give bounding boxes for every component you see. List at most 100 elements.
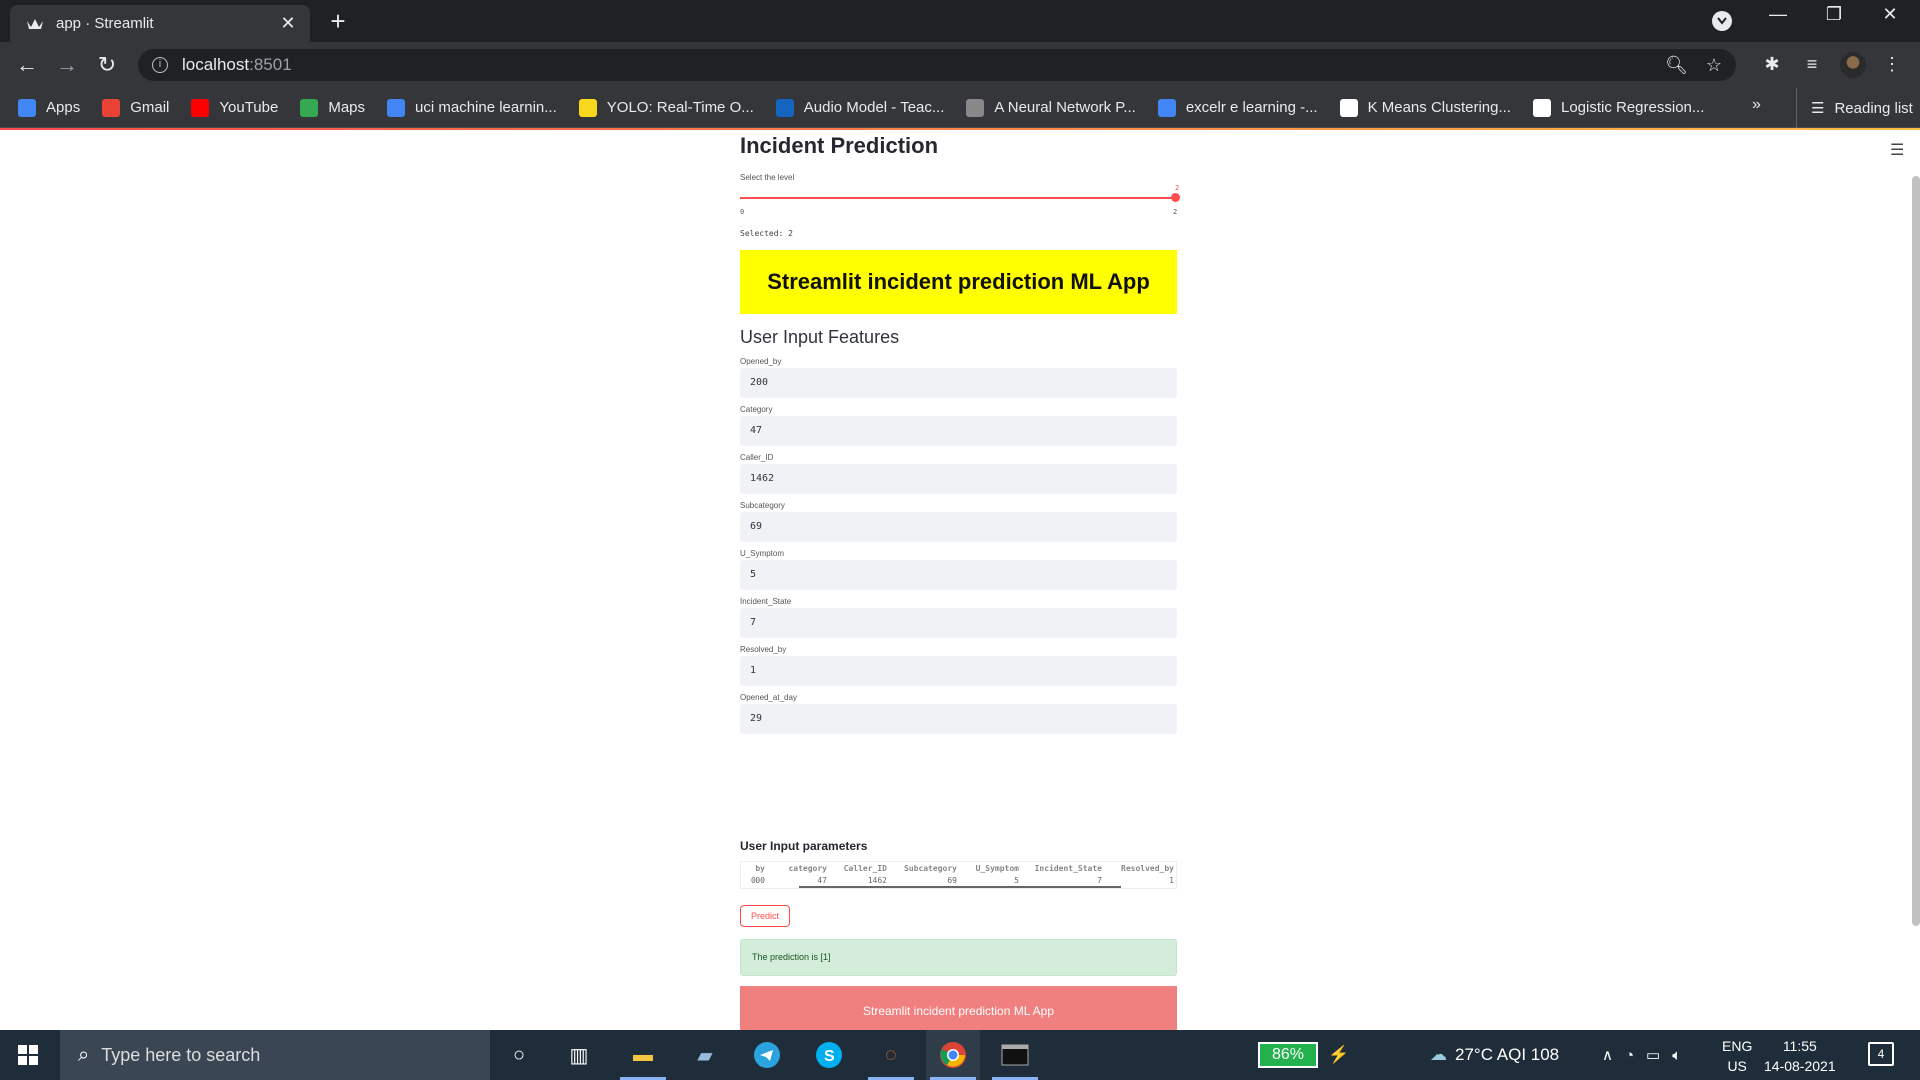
slider-max-label: 2 — [1173, 208, 1178, 216]
minimize-icon[interactable]: — — [1758, 4, 1798, 25]
bookmark-item[interactable]: YOLO: Real-Time O... — [578, 98, 754, 117]
bookmark-item[interactable]: A Neural Network P... — [966, 98, 1136, 117]
apps-grid-icon — [18, 98, 36, 117]
bookmarks-overflow-icon[interactable]: » — [1752, 96, 1761, 114]
volume-icon[interactable]: 🔈︎ — [1672, 1047, 1681, 1064]
streamlit-favicon-icon — [26, 15, 44, 33]
weather-widget[interactable]: ☁ 27°C AQI 108 — [1430, 1030, 1559, 1080]
restore-icon[interactable]: ❐ — [1814, 4, 1854, 25]
reading-list-button[interactable]: ☰ Reading list — [1796, 88, 1913, 128]
weather-text: 27°C AQI 108 — [1455, 1045, 1560, 1064]
number-input[interactable]: 69 — [740, 512, 1177, 542]
clock-time: 11:55 — [1782, 1038, 1817, 1054]
notification-center-icon[interactable]: 4 — [1868, 1042, 1894, 1066]
tab-title: app · Streamlit — [56, 15, 154, 32]
dataframe-cell: 1462 — [867, 876, 887, 885]
bookmark-item[interactable]: excelr e learning -... — [1157, 98, 1318, 117]
taskbar-search-box[interactable]: ⌕ Type here to search — [60, 1030, 490, 1080]
menu-kebab-icon[interactable]: ⋮ — [1880, 54, 1904, 75]
bookmark-item[interactable]: Logistic Regression... — [1532, 98, 1704, 117]
chrome-icon[interactable] — [926, 1030, 980, 1080]
notepad-icon[interactable]: ▰ — [678, 1030, 732, 1080]
cortana-icon[interactable]: ○ — [492, 1030, 546, 1080]
bookmark-label: Audio Model - Teac... — [803, 99, 945, 116]
extensions-icon[interactable]: ✱ — [1760, 54, 1784, 75]
bookmark-star-icon[interactable]: ☆ — [1706, 55, 1722, 76]
battery-icon[interactable]: ▭ — [1646, 1046, 1660, 1064]
field-label: Opened_by — [740, 357, 782, 366]
clock[interactable]: 11:55 14-08-2021 — [1764, 1036, 1836, 1076]
neural-icon — [966, 98, 985, 117]
tab-search-icon[interactable] — [1712, 11, 1732, 31]
address-bar[interactable]: i localhost :8501 🔍︎ ☆ — [138, 49, 1736, 81]
page-title: Incident Prediction — [740, 133, 939, 158]
clock-date: 14-08-2021 — [1764, 1058, 1836, 1074]
skype-icon[interactable]: S — [802, 1030, 856, 1080]
new-tab-button[interactable]: + — [324, 8, 352, 36]
telegram-icon[interactable] — [740, 1030, 794, 1080]
slider-current-value: 2 — [1175, 184, 1180, 192]
level-slider-track[interactable] — [740, 197, 1177, 199]
dataframe-hscrollbar[interactable] — [799, 886, 1121, 888]
field-label: Incident_State — [740, 597, 792, 606]
terminal-icon[interactable] — [988, 1030, 1042, 1080]
reload-icon[interactable]: ↻ — [94, 52, 120, 78]
wifi-icon[interactable]: ◔ — [1625, 1047, 1634, 1064]
bookmark-item[interactable]: Audio Model - Teac... — [775, 98, 945, 117]
number-input[interactable]: 200 — [740, 368, 1177, 398]
tab-close-icon[interactable]: ✕ — [278, 13, 298, 34]
section-title: User Input Features — [740, 327, 900, 347]
windows-taskbar: ⌕ Type here to search ○ ▥ ▬ ▰ S ◌ 86% ⚡ … — [0, 1030, 1920, 1080]
bookmark-label: uci machine learnin... — [415, 99, 557, 116]
lang-top: ENG — [1722, 1038, 1753, 1054]
taskbar-search-placeholder: Type here to search — [101, 1044, 261, 1065]
google-icon — [387, 98, 406, 117]
prediction-result: The prediction is [1] — [740, 939, 1177, 976]
field-label: Category — [740, 405, 773, 414]
bookmark-item[interactable]: Gmail — [102, 98, 170, 117]
windows-start-icon[interactable] — [18, 1045, 38, 1065]
page-scrollbar[interactable] — [1912, 176, 1920, 926]
number-input[interactable]: 5 — [740, 560, 1177, 590]
battery-indicator[interactable]: 86% — [1258, 1042, 1318, 1068]
back-icon[interactable]: ← — [14, 52, 40, 78]
dataframe-header-cell: Resolved_by — [1121, 864, 1174, 873]
dataframe-header-cell: Incident_State — [1034, 864, 1102, 873]
dataframe-header-cell: U_Symptom — [975, 864, 1019, 873]
browser-tab[interactable]: app · Streamlit ✕ — [10, 5, 310, 42]
youtube-icon — [191, 98, 210, 117]
bookmark-item[interactable]: uci machine learnin... — [387, 98, 557, 117]
params-dataframe[interactable]: by category Caller_ID Subcategory U_Symptom I… — [740, 861, 1177, 889]
selected-text: Selected: 2 — [740, 229, 793, 238]
predict-button[interactable]: Predict — [740, 905, 790, 927]
bookmark-label: Maps — [328, 99, 366, 116]
tray-chevron-icon[interactable]: ∧ — [1602, 1046, 1613, 1064]
number-input[interactable]: 47 — [740, 416, 1177, 446]
jupyter-icon[interactable]: ◌ — [864, 1030, 918, 1080]
number-input[interactable]: 1462 — [740, 464, 1177, 494]
bookmark-item[interactable]: Apps — [18, 98, 80, 117]
number-input[interactable]: 29 — [740, 704, 1177, 734]
file-explorer-icon[interactable]: ▬ — [616, 1030, 670, 1080]
reading-list-label: Reading list — [1834, 99, 1913, 117]
language-indicator[interactable]: ENG US — [1722, 1036, 1752, 1076]
hamburger-menu-icon[interactable]: ☰ — [1890, 140, 1904, 160]
profile-avatar[interactable] — [1840, 52, 1866, 78]
number-input[interactable]: 7 — [740, 608, 1177, 638]
media-control-icon[interactable]: ≡ — [1800, 54, 1824, 75]
bookmark-label: Gmail — [130, 99, 170, 116]
field-label: Resolved_by — [740, 645, 787, 654]
bookmark-item[interactable]: Maps — [300, 98, 366, 117]
site-info-icon[interactable]: i — [152, 57, 168, 73]
zoom-icon[interactable]: 🔍︎ — [1665, 55, 1688, 76]
bookmark-item[interactable]: K Means Clustering... — [1339, 98, 1511, 117]
bookmark-item[interactable]: YouTube — [191, 98, 278, 117]
close-window-icon[interactable]: ✕ — [1870, 4, 1910, 25]
number-input[interactable]: 1 — [740, 656, 1177, 686]
system-tray[interactable]: ∧ ◔ ▭ 🔈︎ — [1602, 1030, 1681, 1080]
forward-icon[interactable]: → — [54, 52, 80, 78]
task-view-icon[interactable]: ▥ — [552, 1030, 606, 1080]
level-slider-thumb[interactable] — [1171, 193, 1180, 202]
dataframe-header-cell: Subcategory — [904, 864, 957, 873]
url-port: :8501 — [249, 55, 292, 74]
